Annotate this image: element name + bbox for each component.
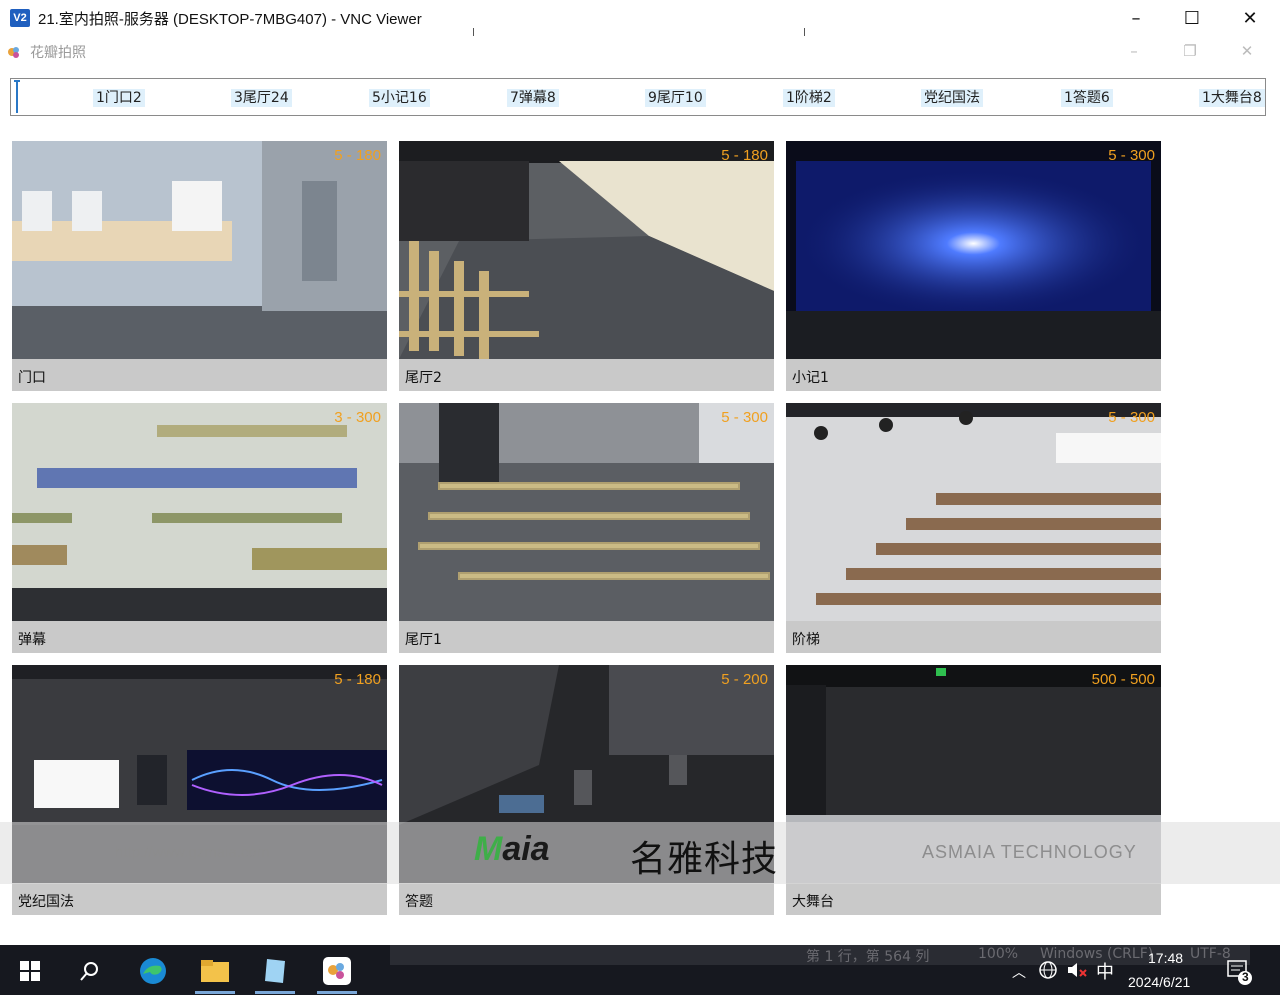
notebook-icon — [265, 959, 285, 983]
tray-volume-muted-icon[interactable] — [1066, 960, 1088, 983]
tile-range-label: 5 - 200 — [721, 671, 768, 688]
tab-3[interactable]: 5小记16 — [367, 87, 432, 109]
notification-count-badge: 3 — [1242, 970, 1249, 984]
tab-4[interactable]: 7弹幕8 — [505, 87, 561, 109]
folder-icon — [201, 960, 229, 982]
ime-indicator[interactable]: 中 — [1096, 958, 1114, 984]
taskbar-edge[interactable] — [133, 951, 173, 991]
watermark-banner: http://www.gzmaia.com Maia 名雅科技 ASMAIA T… — [0, 822, 1280, 884]
photo-app-active-indicator — [317, 991, 357, 994]
app-logo-icon — [6, 44, 22, 60]
tab-6[interactable]: 1阶梯2 — [781, 87, 837, 109]
taskbar-app-blue[interactable] — [255, 951, 295, 991]
tab-9[interactable]: 1大舞台8 — [1197, 87, 1267, 109]
camera-photo — [786, 403, 1161, 621]
vnc-minimize-button[interactable]: – — [1108, 0, 1164, 36]
status-position: 第 1 行，第 564 列 — [806, 949, 930, 965]
camera-tab-bar: 1门口2 3尾厅24 5小记16 7弹幕8 9尾厅10 1阶梯2 党纪国法 1答… — [10, 78, 1266, 116]
search-button[interactable] — [70, 951, 110, 991]
clock-date[interactable]: 2024/6/21 — [1128, 974, 1190, 990]
status-zoom: 100% — [978, 946, 1019, 962]
tray-chevron-up-icon[interactable]: ︿ — [1012, 962, 1026, 982]
tile-caption: 答题 — [399, 883, 774, 915]
clock-time[interactable]: 17:48 — [1148, 950, 1183, 966]
tray-network-icon[interactable] — [1038, 960, 1058, 983]
tile-caption: 小记1 — [786, 359, 1161, 391]
taskbar-file-explorer[interactable] — [195, 951, 235, 991]
camera-photo — [12, 403, 387, 621]
camera-tile[interactable]: 5 - 300 尾厅1 — [399, 403, 774, 653]
tab-8[interactable]: 1答题6 — [1059, 87, 1115, 109]
vnc-window-title: 21.室内拍照-服务器 (DESKTOP-7MBG407) - VNC View… — [38, 10, 422, 28]
app-restore-button[interactable]: ❐ — [1162, 36, 1218, 66]
camera-tile[interactable]: 3 - 300 弹幕 — [12, 403, 387, 653]
camera-tile[interactable]: 5 - 180 尾厅2 — [399, 141, 774, 391]
tile-range-label: 5 - 180 — [334, 147, 381, 164]
tile-caption: 门口 — [12, 359, 387, 391]
tile-caption: 尾厅2 — [399, 359, 774, 391]
camera-photo — [399, 403, 774, 621]
tile-caption: 弹幕 — [12, 621, 387, 653]
notification-center-icon[interactable] — [1226, 958, 1254, 989]
tab-7[interactable]: 党纪国法 — [919, 87, 985, 109]
tile-range-label: 3 - 300 — [334, 409, 381, 426]
app-window-title: 花瓣拍照 — [30, 45, 86, 61]
camera-photo — [12, 141, 387, 359]
tile-range-label: 5 - 180 — [721, 147, 768, 164]
edge-browser-icon — [140, 958, 166, 984]
tile-caption: 大舞台 — [786, 883, 1161, 915]
watermark-logo: Maia — [474, 830, 550, 868]
tile-caption: 党纪国法 — [12, 883, 387, 915]
watermark-company-name: 名雅科技 — [630, 839, 779, 880]
windows-logo-icon — [20, 961, 40, 981]
app-close-button[interactable]: ✕ — [1219, 36, 1275, 66]
watermark-company-en: ASMAIA TECHNOLOGY — [922, 842, 1137, 862]
start-button[interactable] — [10, 951, 50, 991]
camera-tile[interactable]: 5 - 300 阶梯 — [786, 403, 1161, 653]
camera-tile[interactable]: 5 - 180 门口 — [12, 141, 387, 391]
tile-caption: 阶梯 — [786, 621, 1161, 653]
tile-range-label: 5 - 300 — [1108, 409, 1155, 426]
file-explorer-active-indicator — [195, 991, 235, 994]
taskbar-app-photo[interactable] — [317, 951, 357, 991]
tile-range-label: 5 - 300 — [721, 409, 768, 426]
watermark-url: http://www.gzmaia.com — [115, 844, 270, 861]
tab-1[interactable]: 1门口2 — [91, 87, 147, 109]
status-encoding: UTF-8 — [1190, 946, 1231, 962]
camera-photo — [786, 141, 1161, 359]
tab-2[interactable]: 3尾厅24 — [229, 87, 294, 109]
notebook-active-indicator — [255, 991, 295, 994]
slider-thumb-icon[interactable] — [13, 79, 21, 115]
tile-range-label: 5 - 180 — [334, 671, 381, 688]
tile-range-label: 500 - 500 — [1091, 671, 1155, 688]
vnc-close-button[interactable]: ✕ — [1222, 0, 1278, 36]
tile-range-label: 5 - 300 — [1108, 147, 1155, 164]
camera-photo — [399, 141, 774, 359]
search-icon — [80, 962, 98, 981]
tile-caption: 尾厅1 — [399, 621, 774, 653]
tab-5[interactable]: 9尾厅10 — [643, 87, 708, 109]
vnc-logo-icon: V2 — [10, 9, 30, 27]
photo-app-icon — [323, 957, 351, 985]
app-minimize-button[interactable]: – — [1106, 36, 1162, 66]
camera-tile[interactable]: 5 - 300 小记1 — [786, 141, 1161, 391]
vnc-maximize-button[interactable]: ☐ — [1164, 0, 1220, 36]
notepad-status-bar: 第 1 行，第 564 列 100% Windows (CRLF) UTF-8 — [390, 945, 1250, 965]
app-title-bar: 花瓣拍照 — [0, 36, 1280, 68]
